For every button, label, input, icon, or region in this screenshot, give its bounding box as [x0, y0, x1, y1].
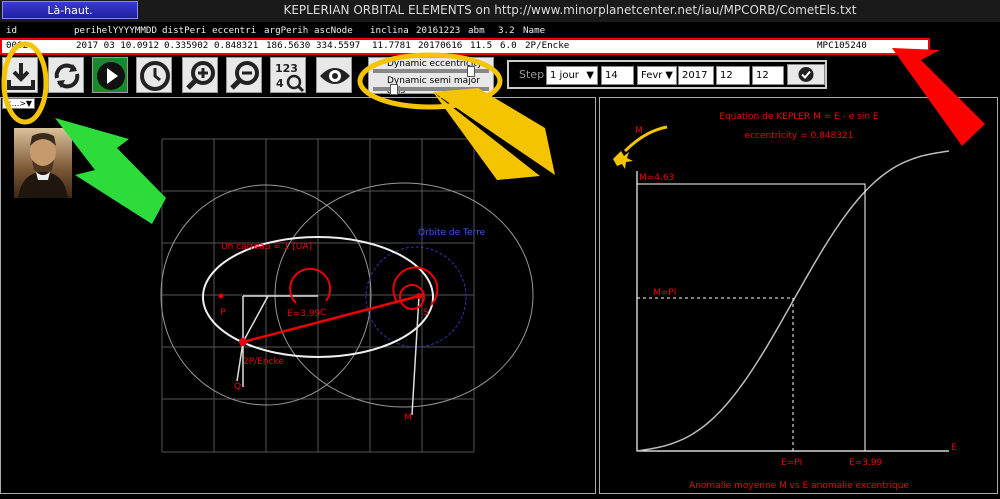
- comet-name-label: 2P/Encke: [243, 357, 284, 367]
- m-value-label: M=4.63: [639, 173, 674, 183]
- comet-position: [239, 338, 247, 346]
- cell-eccentri: 0.848321: [214, 40, 259, 51]
- scale-label: Un carreau = 1 [UA]: [221, 242, 312, 252]
- sun-label: S: [423, 308, 429, 318]
- header-eccentri: eccentri: [212, 25, 257, 36]
- angle-arc-e: [289, 267, 332, 304]
- eccentricity-slider[interactable]: [373, 66, 489, 77]
- comet-icon-label: M: [635, 126, 643, 136]
- radius-vector: [242, 294, 420, 344]
- header-date: 20161223: [416, 25, 461, 36]
- semi-major-slider[interactable]: [373, 84, 489, 95]
- cell-id: 0002: [6, 40, 29, 51]
- cell-perihel: 2017 03 10.0912: [76, 40, 159, 51]
- header-distperi: distPeri: [162, 25, 207, 36]
- p-label: P: [220, 308, 226, 318]
- dynamic-sliders: Dynamic eccentricity Dynamic semi major …: [368, 57, 494, 96]
- cell-distperi: 0.335902: [164, 40, 209, 51]
- kepler-footer: Anomalie moyenne M vs E anomalie excentr…: [689, 481, 909, 491]
- header-id: id: [6, 25, 18, 36]
- header-name: Name: [523, 25, 546, 36]
- numbers-zoom-button[interactable]: 123 4: [270, 57, 306, 93]
- month-select[interactable]: Fevr ▼: [637, 66, 677, 85]
- step-controls: Step 1 jour ▼ 14 Fevr ▼ 2017 12 12: [507, 60, 827, 89]
- refresh-icon: [54, 63, 80, 89]
- construction-lines: [236, 295, 420, 416]
- zoom-out-button[interactable]: [226, 57, 262, 93]
- cell-ascnode: 334.5597: [316, 40, 361, 51]
- step-label: Step: [519, 68, 545, 81]
- chevron-down-icon: ▼: [586, 70, 594, 81]
- kepler-plot: Equation de KEPLER M = E - e sin E eccen…: [613, 112, 957, 491]
- back-button[interactable]: Là-haut.: [2, 1, 138, 19]
- cell-mpc: MPC105240: [817, 40, 867, 51]
- top-bar: Là-haut. KEPLERIAN ORBITAL ELEMENTS on h…: [0, 0, 1000, 22]
- header-perihel: perihelYYYYMMDD: [74, 25, 157, 36]
- minute-input[interactable]: 12: [752, 66, 784, 85]
- zoom-in-button[interactable]: [182, 57, 218, 93]
- hour-input[interactable]: 12: [716, 66, 750, 85]
- header-ascnode: ascNode: [314, 25, 353, 36]
- perihelion-point: [218, 293, 224, 299]
- semi-major-label: Dynamic semi major axis: [387, 76, 480, 96]
- clock-icon: [140, 61, 170, 91]
- q-label: Q: [234, 382, 241, 392]
- comet-tail-icon: [623, 125, 668, 153]
- earth-orbit-label: Orbite de Terre: [418, 228, 486, 238]
- cell-32: 6.0: [500, 40, 517, 51]
- download-button[interactable]: [2, 57, 38, 93]
- cell-argperih: 186.5630: [266, 40, 311, 51]
- header-argperih: argPerih: [264, 25, 309, 36]
- play-icon: [97, 62, 125, 90]
- numbers-zoom-icon: 1234: [275, 62, 305, 93]
- table-header: id perihelYYYYMMDD distPeri eccentri arg…: [0, 25, 1000, 38]
- eye-icon: [320, 68, 350, 84]
- eye-button[interactable]: [316, 57, 352, 93]
- cell-name: 2P/Encke: [525, 40, 570, 51]
- semi-major-slider-thumb[interactable]: [389, 84, 398, 95]
- zoom-in-icon: [186, 61, 215, 90]
- clock-button[interactable]: [136, 57, 172, 93]
- e-angle-label: E=3.99: [287, 309, 321, 319]
- header-32: 3.2: [498, 25, 515, 36]
- day-input[interactable]: 14: [601, 66, 634, 85]
- eccentricity-label: eccentricity = 0.848321: [745, 131, 854, 141]
- x-axis-letter: E: [951, 443, 957, 453]
- e-value-label: E=3.99: [849, 458, 883, 468]
- refresh-button[interactable]: [48, 57, 84, 93]
- cell-abm: 11.5: [470, 40, 493, 51]
- m-pi-guides: [637, 297, 794, 451]
- download-icon: [7, 63, 35, 90]
- header-inclina: inclina: [370, 25, 409, 36]
- table-row[interactable]: 0002 2017 03 10.0912 0.335902 0.848321 1…: [0, 38, 930, 55]
- comet-icon: [613, 151, 633, 169]
- month-value: Fevr: [641, 70, 663, 81]
- chevron-down-icon: ▼: [665, 70, 673, 81]
- header-abm: abm: [468, 25, 485, 36]
- year-input[interactable]: 2017: [678, 66, 714, 85]
- svg-text:4: 4: [276, 77, 284, 90]
- cell-inclina: 11.7781: [372, 40, 411, 51]
- orbit-plot: Un carreau = 1 [UA] Orbite de Terre E=3.…: [160, 138, 534, 453]
- kepler-title: Equation de KEPLER M = E - e sin E: [719, 112, 878, 122]
- m-pi-label: M=PI: [653, 288, 676, 298]
- m-value-guides: [637, 183, 866, 451]
- e-pi-label: E=PI: [781, 458, 802, 468]
- sun-position: [416, 293, 422, 299]
- c-label: C: [320, 308, 326, 318]
- m-label: M: [404, 413, 412, 423]
- confirm-button[interactable]: [787, 64, 825, 85]
- cell-date: 20170616: [418, 40, 463, 51]
- step-unit-select[interactable]: 1 jour ▼: [546, 66, 598, 85]
- play-button[interactable]: [92, 57, 128, 93]
- zoom-out-icon: [230, 61, 259, 90]
- step-unit-value: 1 jour: [550, 70, 579, 81]
- svg-text:123: 123: [275, 62, 298, 75]
- check-circle-icon: [798, 67, 814, 82]
- page-title: KEPLERIAN ORBITAL ELEMENTS on http://www…: [283, 3, 857, 17]
